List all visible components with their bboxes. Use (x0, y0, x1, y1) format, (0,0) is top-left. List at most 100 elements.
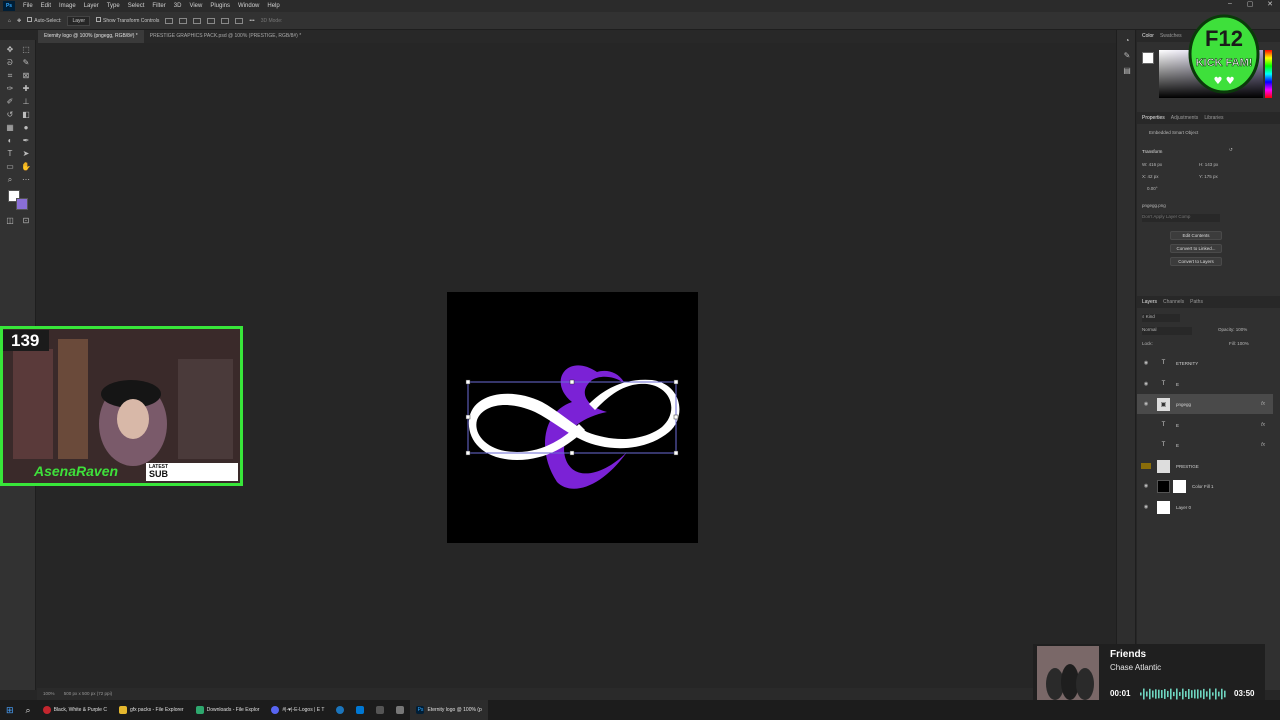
menu-3d[interactable]: 3D (170, 3, 186, 9)
convert-to-linked-button[interactable]: Convert to Linked... (1170, 244, 1222, 253)
auto-select-dropdown[interactable]: Layer (67, 15, 90, 26)
transform-handle[interactable] (569, 379, 575, 385)
document-canvas[interactable]: ETERNITY (447, 292, 698, 543)
transform-handle[interactable] (673, 379, 679, 385)
angle-field[interactable]: 0.00° (1147, 186, 1158, 191)
edit-contents-button[interactable]: Edit Contents (1170, 231, 1222, 240)
quick-mask-icon[interactable]: ◫ (5, 216, 15, 225)
layer-row[interactable]: ◉ PRESTIGE (1137, 456, 1273, 476)
taskbar-app-explorer2[interactable]: Downloads - File Explor (190, 700, 266, 720)
tab-paths[interactable]: Paths (1190, 299, 1203, 305)
layer-row-selected[interactable]: ◉ ▣ pngegg fx (1137, 394, 1273, 414)
taskbar-app-steam[interactable] (330, 700, 350, 720)
marquee-tool-icon[interactable]: ⬚ (21, 45, 31, 54)
taskbar-app-discord[interactable]: #|-♥|-E-Logos | E T (265, 700, 330, 720)
tab-libraries[interactable]: Libraries (1204, 115, 1223, 121)
transform-handle[interactable] (465, 379, 471, 385)
layer-row[interactable]: ◉ Color Fill 1 (1137, 476, 1273, 496)
background-color-swatch[interactable] (16, 198, 28, 210)
menu-filter[interactable]: Filter (148, 3, 169, 9)
blur-tool-icon[interactable]: ● (21, 123, 31, 132)
brush-panel-icon[interactable]: ✎ (1117, 51, 1137, 60)
menu-image[interactable]: Image (55, 3, 80, 9)
taskbar-app-photoshop[interactable]: Ps Eternity logo @ 100% (p (410, 700, 488, 720)
transform-handle[interactable] (465, 414, 471, 420)
taskbar-app-store[interactable] (350, 700, 370, 720)
align-center-icon[interactable] (179, 17, 188, 24)
blend-mode-dropdown[interactable]: Normal (1142, 327, 1192, 335)
type-tool-icon[interactable]: T (5, 149, 15, 158)
menu-file[interactable]: File (19, 3, 37, 9)
align-bottom-icon[interactable] (235, 17, 244, 24)
taskbar-app-opera[interactable]: Black, White & Purple C (37, 700, 113, 720)
start-button[interactable]: ⊞ (0, 700, 20, 720)
more-options-icon[interactable]: ••• (249, 18, 254, 24)
eternity-logo-artwork[interactable]: ETERNITY (447, 292, 698, 543)
menu-window[interactable]: Window (234, 3, 263, 9)
show-transform-checkbox[interactable] (96, 17, 101, 22)
fill-field[interactable]: Fill: 100% (1229, 341, 1249, 346)
color-fg-swatch[interactable] (1142, 52, 1154, 64)
tab-swatches[interactable]: Swatches (1160, 33, 1182, 39)
layer-row[interactable]: T E fx (1137, 435, 1273, 455)
visibility-eye-icon[interactable]: ◉ (1141, 483, 1151, 489)
dodge-tool-icon[interactable]: ◐ (5, 136, 15, 145)
layer-row[interactable]: ◉ T E (1137, 374, 1273, 394)
move-tool-icon[interactable]: ✥ (5, 45, 15, 54)
align-left-icon[interactable] (165, 17, 174, 24)
align-middle-icon[interactable] (221, 17, 230, 24)
tab-adjustments[interactable]: Adjustments (1171, 115, 1199, 121)
layer-row[interactable]: ◉ Layer 0 (1137, 497, 1273, 517)
zoom-tool-icon[interactable]: ⌕ (5, 175, 15, 184)
home-icon[interactable]: ⌂ (8, 18, 11, 24)
tab-eternity-logo[interactable]: Eternity logo @ 100% (pngegg, RGB/8#) * (38, 30, 144, 43)
brush-tool-icon[interactable]: ✐ (5, 97, 15, 106)
hue-slider[interactable] (1265, 50, 1272, 98)
menu-view[interactable]: View (185, 3, 206, 9)
history-panel-icon[interactable]: ◔ (1117, 36, 1137, 45)
search-button[interactable]: ⌕ (20, 700, 37, 720)
transform-handle[interactable] (673, 414, 679, 420)
more-tools-icon[interactable]: ⋯ (21, 175, 31, 184)
comments-panel-icon[interactable]: ▤ (1117, 66, 1137, 75)
stamp-tool-icon[interactable]: ⊥ (21, 97, 31, 106)
tab-color[interactable]: Color (1142, 33, 1154, 39)
x-field[interactable]: X: 42 px (1142, 174, 1159, 179)
menu-type[interactable]: Type (103, 3, 124, 9)
maximize-icon[interactable]: ▢ (1240, 0, 1260, 8)
width-field[interactable]: W: 416 px (1142, 162, 1162, 167)
crop-tool-icon[interactable]: ⌗ (5, 71, 15, 80)
shape-tool-icon[interactable]: ▭ (5, 162, 15, 171)
tab-prestige-pack[interactable]: PRESTIGE GRAPHICS PACK.psd @ 100% (PREST… (144, 30, 307, 43)
fx-icon[interactable]: fx (1261, 442, 1265, 448)
taskbar-app-explorer1[interactable]: gfx packs - File Explorer (113, 700, 190, 720)
close-icon[interactable]: ✕ (1260, 0, 1280, 8)
transform-handle[interactable] (465, 450, 471, 456)
y-field[interactable]: Y: 175 px (1199, 174, 1218, 179)
convert-to-layers-button[interactable]: Convert to Layers (1170, 257, 1222, 266)
visibility-eye-icon[interactable]: ◉ (1141, 504, 1151, 510)
tab-layers[interactable]: Layers (1142, 299, 1157, 305)
fx-icon[interactable]: fx (1261, 422, 1265, 428)
screen-mode-icon[interactable]: ⊡ (21, 216, 31, 225)
reset-transform-icon[interactable]: ↺ (1229, 147, 1233, 153)
menu-select[interactable]: Select (124, 3, 149, 9)
auto-select-checkbox[interactable] (27, 17, 33, 22)
transform-handle[interactable] (673, 450, 679, 456)
align-right-icon[interactable] (193, 17, 202, 24)
align-top-icon[interactable] (207, 17, 216, 24)
layer-row[interactable]: T E fx (1137, 415, 1273, 435)
opacity-field[interactable]: Opacity: 100% (1218, 327, 1247, 332)
pen-tool-icon[interactable]: ✒ (21, 136, 31, 145)
lasso-tool-icon[interactable]: ᘐ (5, 58, 15, 67)
path-select-tool-icon[interactable]: ➤ (21, 149, 31, 158)
history-brush-tool-icon[interactable]: ↺ (5, 110, 15, 119)
transform-handle[interactable] (569, 450, 575, 456)
gradient-tool-icon[interactable]: ▦ (5, 123, 15, 132)
menu-plugins[interactable]: Plugins (206, 3, 234, 9)
tab-properties[interactable]: Properties (1142, 115, 1165, 121)
layer-kind-filter[interactable]: ⌕ Kind (1142, 314, 1180, 322)
menu-help[interactable]: Help (263, 3, 283, 9)
height-field[interactable]: H: 143 px (1199, 162, 1218, 167)
visibility-eye-icon[interactable]: ◉ (1141, 463, 1151, 469)
